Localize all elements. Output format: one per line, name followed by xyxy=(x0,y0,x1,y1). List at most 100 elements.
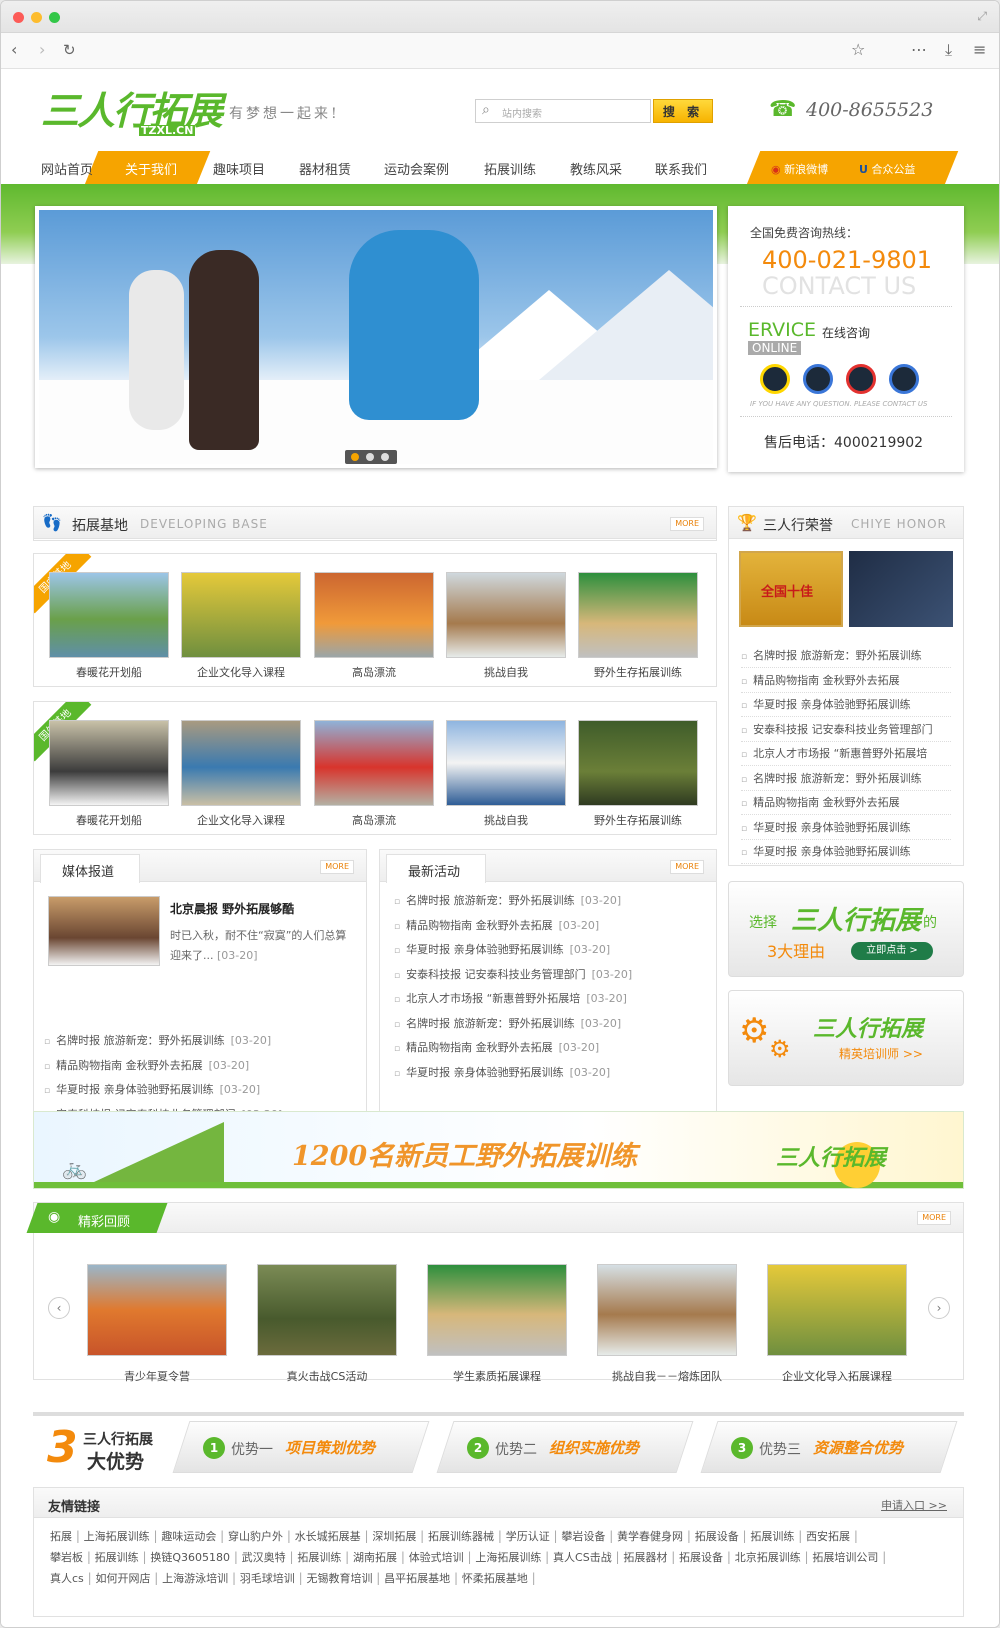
review-more-link[interactable]: MORE xyxy=(917,1211,951,1225)
honor-list-item[interactable]: 精品购物指南 金秋野外去拓展 xyxy=(741,794,951,815)
bookmark-star-icon[interactable]: ☆ xyxy=(851,41,865,59)
forward-icon[interactable]: › xyxy=(39,41,45,59)
base-thumb[interactable] xyxy=(578,720,698,806)
activity-list-item[interactable]: 精品购物指南 金秋野外去拓展[03-20] xyxy=(394,917,599,933)
friend-link[interactable]: 拓展器材 xyxy=(623,1551,667,1564)
weibo-link[interactable]: ◉ 新浪微博 xyxy=(771,161,828,177)
friend-link[interactable]: 武汉奥特 xyxy=(242,1551,286,1564)
base-caption[interactable]: 野外生存拓展训练 xyxy=(578,664,698,680)
honor-list-item[interactable]: 北京人才市场报 “新惠普野外拓展培 xyxy=(741,745,951,766)
honor-list-item[interactable]: 名牌时报 旅游新宠：野外拓展训练 xyxy=(741,770,951,791)
activity-list-item[interactable]: 北京人才市场报 “新惠普野外拓展培[03-20] xyxy=(394,990,627,1006)
activity-more-link[interactable]: MORE xyxy=(670,860,704,874)
base-more-link[interactable]: MORE xyxy=(670,517,704,531)
base-thumb[interactable] xyxy=(49,572,169,658)
nav-coaches[interactable]: 教练风采 xyxy=(570,159,622,178)
friend-link[interactable]: 真人cs xyxy=(50,1572,84,1585)
hero-slider[interactable] xyxy=(35,206,717,468)
friend-link[interactable]: 西安拓展 xyxy=(806,1530,850,1543)
review-caption[interactable]: 挑战自我－－熔炼团队 xyxy=(597,1368,737,1384)
media-feature-image[interactable] xyxy=(48,896,160,966)
qq-icon[interactable] xyxy=(760,364,790,394)
nav-contact[interactable]: 联系我们 xyxy=(655,159,707,178)
base-thumb[interactable] xyxy=(314,720,434,806)
three-reasons-promo[interactable]: 选择 三人行拓展 的 3大理由 立即点击 > xyxy=(728,881,964,977)
nav-training[interactable]: 拓展训练 xyxy=(484,159,536,178)
activity-list-item[interactable]: 精品购物指南 金秋野外去拓展[03-20] xyxy=(394,1039,599,1055)
qq-icon[interactable] xyxy=(846,364,876,394)
base-caption[interactable]: 春暖花开划船 xyxy=(49,812,169,828)
activity-list-item[interactable]: 安泰科技报 记安泰科技业务管理部门[03-20] xyxy=(394,966,632,982)
honor-books[interactable] xyxy=(849,551,953,627)
friend-link[interactable]: 上海游泳培训 xyxy=(162,1572,228,1585)
friend-link[interactable]: 攀岩板 xyxy=(50,1551,83,1564)
reload-icon[interactable]: ↻ xyxy=(63,41,76,59)
carousel-next-icon[interactable]: › xyxy=(928,1297,950,1319)
honor-certificate[interactable]: 全国十佳 xyxy=(739,551,843,627)
review-thumb[interactable] xyxy=(257,1264,397,1356)
honor-list-item[interactable]: 华夏时报 亲身体验驰野拓展训练 xyxy=(741,843,951,864)
friend-link[interactable]: 学历认证 xyxy=(506,1530,550,1543)
activity-list-item[interactable]: 名牌时报 旅游新宠：野外拓展训练[03-20] xyxy=(394,1015,621,1031)
friend-link[interactable]: 拓展训练器械 xyxy=(428,1530,494,1543)
site-logo[interactable]: 三人行拓展 TZXL.CN xyxy=(41,91,223,136)
friend-link[interactable]: 深圳拓展 xyxy=(372,1530,416,1543)
activity-list-item[interactable]: 名牌时报 旅游新宠：野外拓展训练[03-20] xyxy=(394,892,621,908)
promo-click-button[interactable]: 立即点击 > xyxy=(851,942,933,960)
friend-link[interactable]: 趣味运动会 xyxy=(161,1530,216,1543)
training-banner[interactable]: 🚲 1200名新员工野外拓展训练 三人行拓展 xyxy=(33,1111,964,1189)
honor-list-item[interactable]: 华夏时报 亲身体验驰野拓展训练 xyxy=(741,696,951,717)
base-caption[interactable]: 高岛漂流 xyxy=(314,812,434,828)
base-caption[interactable]: 挑战自我 xyxy=(446,664,566,680)
honor-list-item[interactable]: 精品购物指南 金秋野外去拓展 xyxy=(741,672,951,693)
nav-fun-projects[interactable]: 趣味项目 xyxy=(213,159,265,178)
review-caption[interactable]: 青少年夏令营 xyxy=(87,1368,227,1384)
slider-dot[interactable] xyxy=(366,453,374,461)
base-thumb[interactable] xyxy=(578,572,698,658)
friend-link[interactable]: 湖南拓展 xyxy=(353,1551,397,1564)
close-dot[interactable] xyxy=(13,12,24,23)
slider-dot[interactable] xyxy=(381,453,389,461)
search-input[interactable]: ⌕ 站内搜索 xyxy=(475,99,651,123)
review-thumb[interactable] xyxy=(767,1264,907,1356)
honor-list-item[interactable]: 安泰科技报 记安泰科技业务管理部门 xyxy=(741,721,951,742)
friend-link[interactable]: 上海拓展训练 xyxy=(475,1551,541,1564)
qq-icon[interactable] xyxy=(889,364,919,394)
nav-sports-cases[interactable]: 运动会案例 xyxy=(384,159,449,178)
friend-link[interactable]: 昌平拓展基地 xyxy=(384,1572,450,1585)
back-icon[interactable]: ‹ xyxy=(11,41,17,59)
qq-icon[interactable] xyxy=(803,364,833,394)
activity-list-item[interactable]: 华夏时报 亲身体验驰野拓展训练[03-20] xyxy=(394,941,610,957)
charity-link[interactable]: U 合众公益 xyxy=(859,161,915,177)
friend-link[interactable]: 穿山豹户外 xyxy=(228,1530,283,1543)
menu-icon[interactable]: ≡ xyxy=(973,41,986,59)
fullscreen-icon[interactable]: ⤢ xyxy=(977,9,987,24)
review-thumb[interactable] xyxy=(427,1264,567,1356)
maximize-dot[interactable] xyxy=(49,12,60,23)
friend-link[interactable]: 上海拓展训练 xyxy=(84,1530,150,1543)
base-caption[interactable]: 企业文化导入课程 xyxy=(181,664,301,680)
base-thumb[interactable] xyxy=(314,572,434,658)
review-caption[interactable]: 真火击战CS活动 xyxy=(257,1368,397,1384)
base-caption[interactable]: 企业文化导入课程 xyxy=(181,812,301,828)
trainers-promo[interactable]: ⚙ ⚙ 三人行拓展 精英培训师 >> xyxy=(728,990,964,1086)
media-list-item[interactable]: 精品购物指南 金秋野外去拓展[03-20] xyxy=(44,1057,249,1073)
base-caption[interactable]: 野外生存拓展训练 xyxy=(578,812,698,828)
nav-home[interactable]: 网站首页 xyxy=(41,159,93,178)
friend-link[interactable]: 拓展训练 xyxy=(297,1551,341,1564)
friend-link[interactable]: 拓展训练 xyxy=(95,1551,139,1564)
activity-list-item[interactable]: 华夏时报 亲身体验驰野拓展训练[03-20] xyxy=(394,1064,610,1080)
friend-link[interactable]: 水长城拓展基 xyxy=(295,1530,361,1543)
nav-equipment-rental[interactable]: 器材租赁 xyxy=(299,159,351,178)
review-caption[interactable]: 学生素质拓展课程 xyxy=(427,1368,567,1384)
media-list-item[interactable]: 名牌时报 旅游新宠：野外拓展训练[03-20] xyxy=(44,1032,271,1048)
friend-link[interactable]: 攀岩设备 xyxy=(561,1530,605,1543)
friend-link[interactable]: 如何开网店 xyxy=(95,1572,150,1585)
honor-list-item[interactable]: 华夏时报 亲身体验驰野拓展训练 xyxy=(741,819,951,840)
base-thumb[interactable] xyxy=(446,572,566,658)
base-thumb[interactable] xyxy=(181,720,301,806)
friend-link[interactable]: 换链Q3605180 xyxy=(150,1551,230,1564)
more-icon[interactable]: ⋯ xyxy=(911,41,927,59)
review-thumb[interactable] xyxy=(87,1264,227,1356)
friend-link[interactable]: 无锡教育培训 xyxy=(306,1572,372,1585)
